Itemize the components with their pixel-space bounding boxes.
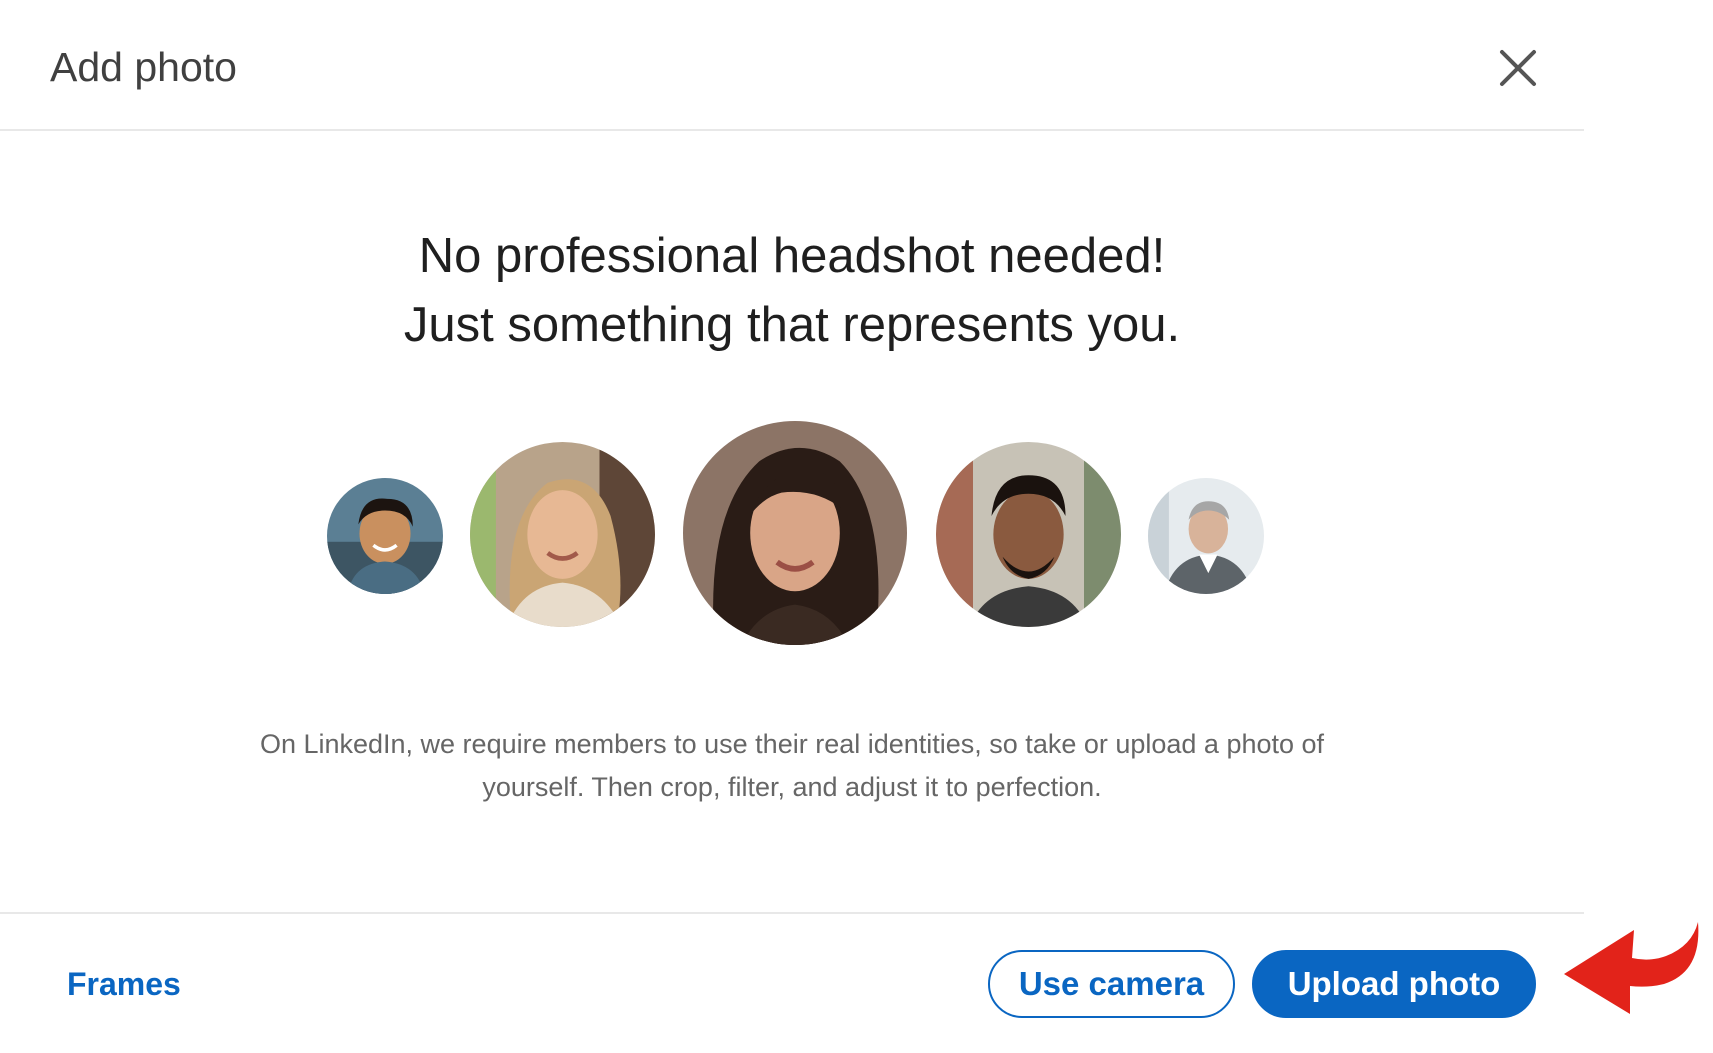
upload-photo-button[interactable]: Upload photo xyxy=(1252,950,1536,1018)
example-photo-4 xyxy=(936,442,1121,627)
identity-description: On LinkedIn, we require members to use t… xyxy=(259,729,1325,802)
example-photo-5 xyxy=(1148,478,1264,594)
curved-arrow-icon xyxy=(1564,922,1699,1014)
example-photo-1 xyxy=(327,478,443,594)
page: Add photo No professional headshot neede… xyxy=(0,0,1713,1053)
frames-link[interactable]: Frames xyxy=(67,966,181,1003)
add-photo-dialog: Add photo No professional headshot neede… xyxy=(0,0,1584,1046)
use-camera-button[interactable]: Use camera xyxy=(988,950,1235,1018)
example-photo-2 xyxy=(470,442,655,627)
example-photos xyxy=(0,0,1584,700)
dialog-footer: Frames Use camera Upload photo xyxy=(0,912,1584,1046)
example-photo-3 xyxy=(683,421,907,645)
